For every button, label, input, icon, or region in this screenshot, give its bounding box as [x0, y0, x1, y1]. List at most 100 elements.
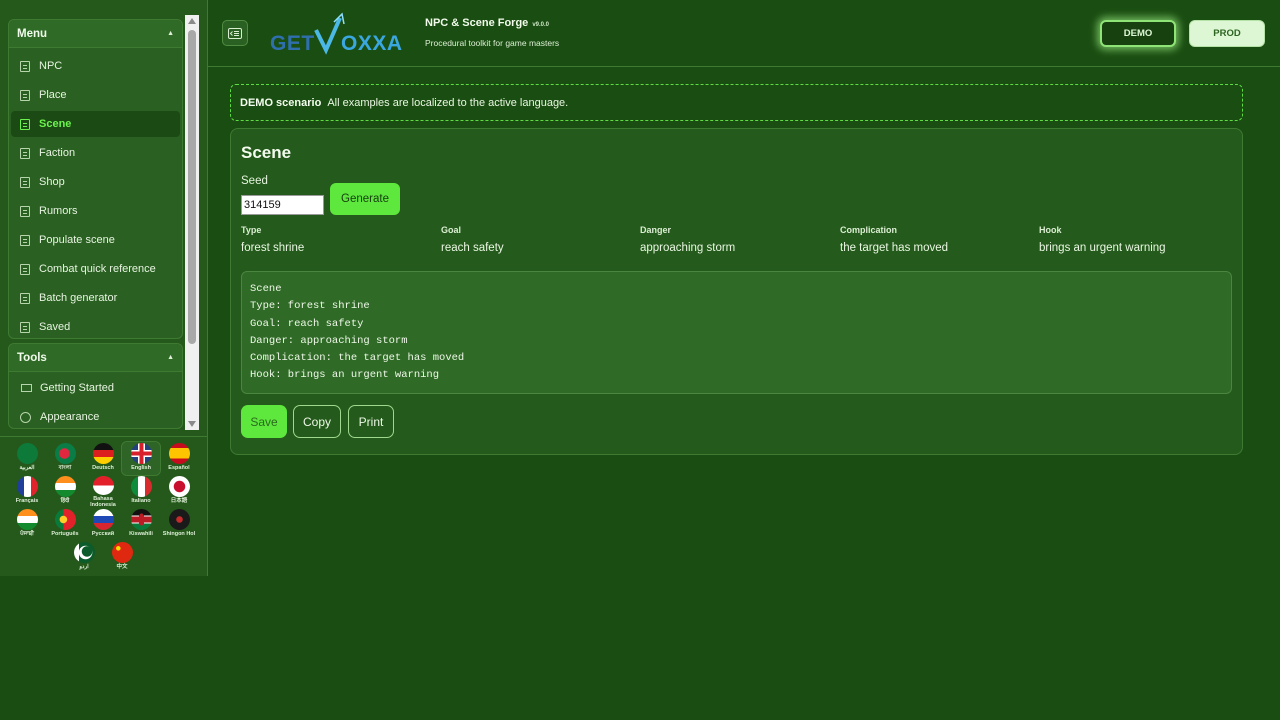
menu-panel-header[interactable]: Menu ▲: [9, 20, 182, 48]
sidebar-item-shop[interactable]: Shop: [11, 169, 180, 195]
sidebar-scrollbar[interactable]: [185, 15, 199, 430]
portugal-flag-icon: [54, 509, 76, 530]
sidebar-item-label: NPC: [39, 60, 63, 72]
app-subtitle: Procedural toolkit for game masters: [425, 38, 560, 48]
sidebar-item-populate-scene[interactable]: Populate scene: [11, 227, 180, 253]
output-line: Type: forest shrine: [250, 300, 370, 313]
sidebar-item-combat-quick-reference[interactable]: Combat quick reference: [11, 256, 180, 282]
scene-output[interactable]: Scene Type: forest shrine Goal: reach sa…: [241, 271, 1232, 394]
sidebar-item-label: Populate scene: [39, 234, 115, 246]
print-button[interactable]: Print: [348, 405, 394, 438]
demo-banner: DEMO scenario All examples are localized…: [230, 84, 1243, 121]
sidebar-item-place[interactable]: Place: [11, 82, 180, 108]
field-goal: Goal reach safety: [441, 225, 631, 254]
sidebar-item-rumors[interactable]: Rumors: [11, 198, 180, 224]
language-hindi[interactable]: हिंदी: [46, 475, 84, 508]
language-label: Deutsch: [92, 465, 114, 471]
document-icon: [20, 292, 30, 304]
copy-button[interactable]: Copy: [293, 405, 341, 438]
collapse-sidebar-icon: [228, 27, 242, 39]
save-button[interactable]: Save: [241, 405, 287, 438]
banner-text: All examples are localized to the active…: [327, 96, 569, 109]
field-danger: Danger approaching storm: [640, 225, 830, 254]
india-flag-icon: [16, 509, 38, 530]
sidebar-item-label: Appearance: [40, 411, 100, 423]
app-title: NPC & Scene Forge v9.0.0: [425, 17, 549, 29]
language-espanol[interactable]: Español: [160, 442, 198, 475]
field-value: forest shrine: [241, 242, 305, 254]
sidebar-item-label: Scene: [39, 118, 72, 130]
language-label: हिंदी: [60, 498, 70, 504]
tools-panel-header[interactable]: Tools ▲: [9, 344, 182, 372]
tools-panel: Tools ▲ Getting Started Appearance: [8, 343, 183, 429]
field-label: Complication: [840, 225, 898, 235]
sidebar-item-appearance[interactable]: Appearance: [11, 404, 180, 430]
language-label: 日本語: [170, 498, 188, 504]
sidebar-item-faction[interactable]: Faction: [11, 140, 180, 166]
page-title: Scene: [241, 143, 292, 162]
language-bahasa-indonesia[interactable]: Bahasa Indonesia: [84, 475, 122, 508]
collapse-caret-icon: ▲: [167, 354, 174, 361]
scene-card: Scene Seed Generate Type forest shrine G…: [230, 128, 1243, 455]
sidebar-item-npc[interactable]: NPC: [11, 53, 180, 79]
language-deutsch[interactable]: Deutsch: [84, 442, 122, 475]
sidebar-item-getting-started[interactable]: Getting Started: [11, 375, 180, 401]
document-icon: [20, 60, 30, 72]
document-icon: [20, 205, 30, 217]
svg-text:OXXA: OXXA: [341, 32, 403, 55]
language-japanese[interactable]: 日本語: [160, 475, 198, 508]
sidebar-item-label: Getting Started: [40, 382, 114, 394]
output-line: Goal: reach safety: [250, 317, 364, 330]
language-label: Bahasa Indonesia: [90, 496, 116, 508]
language-francais[interactable]: Français: [8, 475, 46, 508]
seed-label: Seed: [241, 175, 268, 187]
language-chinese[interactable]: 中文: [103, 541, 141, 574]
language-label: العربية: [19, 465, 35, 471]
sidebar-item-batch-generator[interactable]: Batch generator: [11, 285, 180, 311]
sidebar-item-label: Saved: [39, 321, 71, 333]
sidebar-item-scene[interactable]: Scene: [11, 111, 180, 137]
generate-button[interactable]: Generate: [330, 183, 400, 215]
sidebar-item-label: Batch generator: [39, 292, 118, 304]
field-label: Goal: [441, 225, 462, 235]
language-bangla[interactable]: বাংলা: [46, 442, 84, 475]
language-english[interactable]: English: [121, 441, 161, 476]
field-type: Type forest shrine: [241, 225, 431, 254]
collapse-sidebar-button[interactable]: [222, 20, 248, 46]
scroll-down-icon[interactable]: [188, 421, 196, 427]
output-line: Scene: [250, 283, 282, 295]
language-urdu[interactable]: اردو: [65, 541, 103, 574]
sidebar-item-label: Rumors: [39, 205, 78, 217]
prod-mode-button[interactable]: PROD: [1189, 20, 1265, 47]
field-complication: Complication the target has moved: [840, 225, 1030, 254]
indonesia-flag-icon: [92, 476, 114, 495]
uk-flag-icon: [130, 443, 152, 464]
pakistan-flag-icon: [73, 542, 95, 563]
language-russian[interactable]: Русский: [84, 508, 122, 541]
sidebar-item-saved[interactable]: Saved: [11, 314, 180, 340]
document-icon: [20, 263, 30, 275]
language-kiswahili[interactable]: Kiswahili: [122, 508, 160, 541]
germany-flag-icon: [92, 443, 114, 464]
emblem-icon: [168, 509, 190, 530]
app-version: v9.0.0: [532, 22, 549, 28]
menu-panel: Menu ▲ NPC Place Scene Faction Shop Rumo…: [8, 19, 183, 339]
field-value: approaching storm: [640, 242, 736, 254]
seed-input[interactable]: [241, 195, 324, 215]
field-value: reach safety: [441, 242, 504, 254]
scrollbar-thumb[interactable]: [188, 30, 196, 344]
app-title-text: NPC & Scene Forge: [425, 17, 529, 29]
demo-mode-button[interactable]: DEMO: [1100, 20, 1176, 47]
language-shingon-hol[interactable]: Shingon Hol: [160, 508, 198, 541]
sidebar-item-label: Place: [39, 89, 67, 101]
language-arabic[interactable]: العربية: [8, 442, 46, 475]
field-hook: Hook brings an urgent warning: [1039, 225, 1229, 254]
language-italiano[interactable]: Italiano: [122, 475, 160, 508]
language-punjabi[interactable]: ਪੰਜਾਬੀ: [8, 508, 46, 541]
language-label: Português: [51, 531, 79, 537]
svg-text:GET: GET: [270, 32, 315, 55]
russia-flag-icon: [92, 509, 114, 530]
language-portugues[interactable]: Português: [46, 508, 84, 541]
tools-title: Tools: [17, 351, 47, 364]
scroll-up-icon[interactable]: [188, 18, 196, 24]
